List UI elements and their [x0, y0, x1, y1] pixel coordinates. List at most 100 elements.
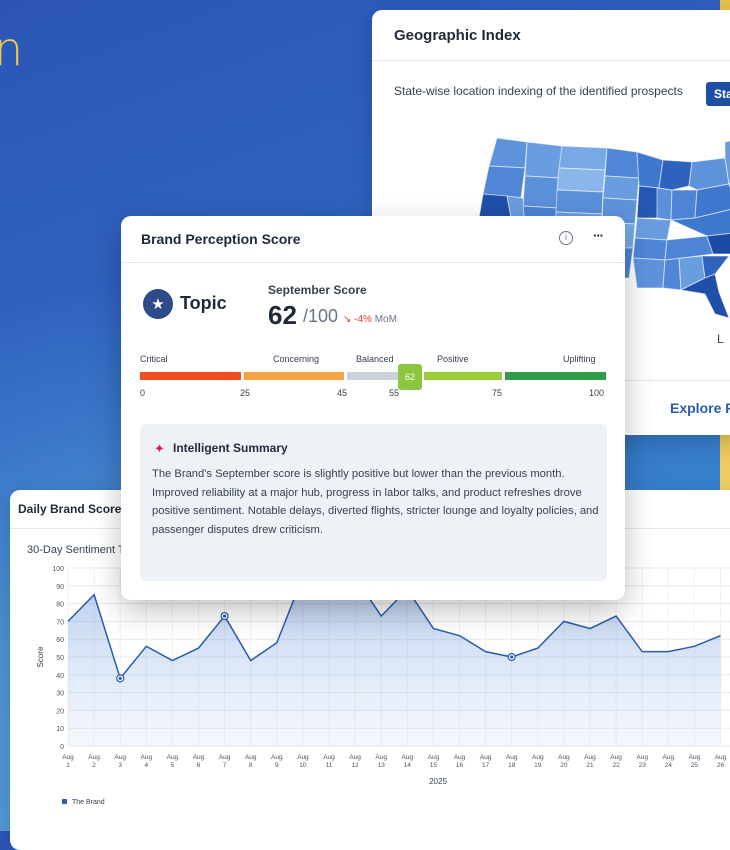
x-tick-month: Aug [271, 754, 283, 761]
data-point [118, 676, 122, 680]
x-tick-month: Aug [245, 754, 257, 761]
legend-label-fragment: L [717, 332, 724, 346]
scale-label-balanced: Balanced [356, 354, 394, 364]
x-tick-day: 21 [586, 762, 594, 769]
y-tick-label: 0 [60, 744, 64, 751]
scale-tick: 45 [337, 388, 348, 398]
geo-card-subtitle: State-wise location indexing of the iden… [394, 84, 683, 98]
ai-sparkle-icon: ✦ [154, 441, 165, 456]
scale-label-uplifting: Uplifting [563, 354, 596, 364]
x-tick-month: Aug [558, 754, 570, 761]
x-axis-label: 2025 [429, 777, 447, 786]
data-point [223, 614, 227, 618]
x-tick-day: 4 [144, 762, 148, 769]
x-tick-day: 9 [275, 762, 279, 769]
y-tick-label: 10 [56, 726, 64, 733]
brand-card-title: Brand Perception Score [141, 231, 301, 247]
mom-unit: MoM [371, 314, 397, 325]
x-tick-month: Aug [584, 754, 596, 761]
x-tick-month: Aug [532, 754, 544, 761]
x-tick-month: Aug [454, 754, 466, 761]
y-tick-label: 50 [56, 655, 64, 662]
x-tick-day: 17 [482, 762, 490, 769]
mom-change-badge: ↘ -4% MoM [343, 314, 397, 325]
scale-tick: 100 [589, 388, 605, 398]
topic-label: Topic [180, 293, 227, 313]
x-tick-month: Aug [689, 754, 701, 761]
x-tick-day: 2 [92, 762, 96, 769]
summary-title: Intelligent Summary [173, 441, 288, 455]
x-tick-month: Aug [193, 754, 205, 761]
x-tick-day: 26 [717, 762, 725, 769]
geo-card-header: Geographic Index [372, 10, 730, 61]
scale-segment-balanced [347, 372, 398, 380]
x-tick-day: 16 [456, 762, 464, 769]
brand-card-header: Brand Perception Score i ··· [121, 216, 625, 263]
y-tick-label: 30 [56, 691, 64, 698]
scale-label-concerning: Concerning [273, 354, 320, 364]
scale-tick: 25 [240, 388, 251, 398]
x-tick-month: Aug [663, 754, 675, 761]
explore-link[interactable]: Explore F [670, 400, 730, 416]
x-tick-day: 13 [378, 762, 386, 769]
x-tick-month: Aug [141, 754, 153, 761]
x-tick-month: Aug [402, 754, 414, 761]
y-tick-label: 60 [56, 637, 64, 644]
info-icon[interactable]: i [559, 231, 573, 245]
scale-tick: 0 [140, 388, 146, 398]
mom-change-value: ↘ -4% [343, 314, 372, 325]
x-tick-month: Aug [167, 754, 179, 761]
data-point [510, 655, 514, 659]
x-tick-day: 8 [249, 762, 253, 769]
x-tick-month: Aug [349, 754, 361, 761]
x-tick-month: Aug [323, 754, 335, 761]
x-tick-day: 11 [326, 762, 333, 769]
y-axis-label: Score [36, 646, 45, 667]
x-tick-day: 10 [299, 762, 307, 769]
more-options-icon[interactable]: ··· [593, 228, 604, 243]
y-tick-label: 100 [52, 566, 64, 573]
x-tick-month: Aug [636, 754, 648, 761]
score-marker: 62 [398, 364, 422, 390]
legend-label: The Brand [72, 799, 105, 806]
x-tick-day: 19 [534, 762, 542, 769]
x-tick-month: Aug [375, 754, 387, 761]
scale-segment-positive [424, 372, 502, 380]
x-tick-month: Aug [88, 754, 100, 761]
x-tick-day: 18 [508, 762, 516, 769]
scale-segment-concerning [244, 372, 344, 380]
x-tick-day: 24 [665, 762, 673, 769]
y-tick-label: 20 [56, 708, 64, 715]
x-tick-day: 14 [404, 762, 412, 769]
intelligent-summary-panel: ✦ Intelligent Summary The Brand's Septem… [140, 424, 607, 581]
x-tick-month: Aug [219, 754, 231, 761]
x-tick-day: 25 [691, 762, 699, 769]
x-tick-month: Aug [715, 754, 727, 761]
x-tick-month: Aug [114, 754, 126, 761]
x-tick-month: Aug [480, 754, 492, 761]
x-tick-month: Aug [610, 754, 622, 761]
x-tick-day: 12 [351, 762, 359, 769]
scale-label-critical: Critical [140, 354, 168, 364]
scale-tick: 55 [389, 388, 400, 398]
y-tick-label: 90 [56, 584, 64, 591]
x-tick-day: 1 [66, 762, 70, 769]
scale-tick: 75 [492, 388, 503, 398]
x-tick-month: Aug [428, 754, 440, 761]
score-period-label: September Score [268, 283, 367, 297]
x-tick-day: 23 [639, 762, 647, 769]
summary-text: The Brand's September score is slightly … [152, 468, 599, 536]
y-tick-label: 40 [56, 673, 64, 680]
scale-segment-uplifting [505, 372, 606, 380]
x-tick-day: 15 [430, 762, 438, 769]
x-tick-day: 5 [171, 762, 175, 769]
state-toggle-button[interactable]: Sta [706, 82, 730, 106]
scale-label-positive: Positive [437, 354, 469, 364]
x-tick-day: 20 [560, 762, 568, 769]
y-tick-label: 70 [56, 619, 64, 626]
score-max: /100 [303, 306, 339, 326]
scale-segment-critical [140, 372, 241, 380]
brand-perception-card: Brand Perception Score i ··· ★ Topic Sep… [121, 216, 625, 600]
legend-swatch [62, 799, 67, 804]
score-value: 62 [268, 300, 297, 330]
